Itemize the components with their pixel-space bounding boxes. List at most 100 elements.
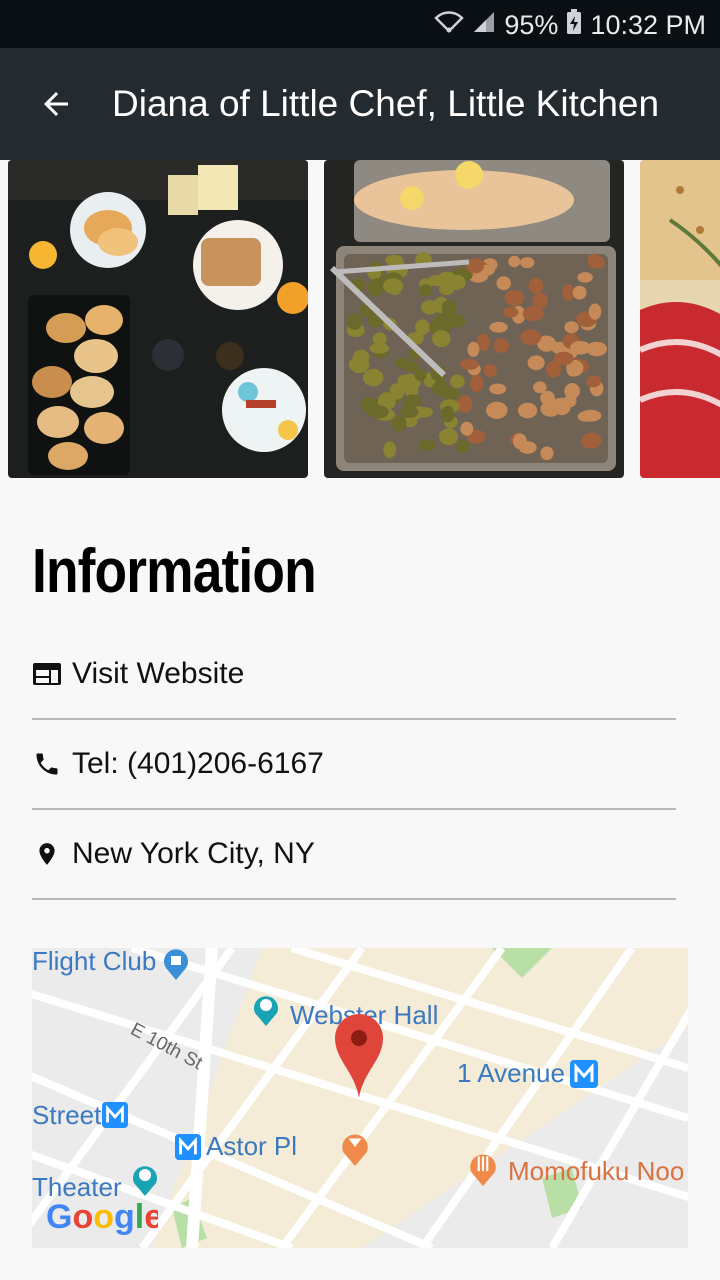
vegetable-piece — [532, 292, 548, 309]
vegetable-piece — [512, 433, 527, 450]
vegetable-piece — [414, 369, 427, 382]
vegetable-piece — [383, 441, 397, 458]
subway-icon — [570, 1060, 598, 1093]
vegetable-piece — [486, 401, 508, 419]
vegetable-piece — [570, 340, 591, 355]
vegetable-piece — [483, 364, 497, 378]
vegetable-piece — [363, 368, 384, 387]
vegetable-piece — [470, 374, 484, 392]
vegetable-piece — [527, 355, 545, 371]
battery-charging-icon — [566, 8, 582, 42]
wifi-icon — [434, 9, 465, 42]
vegetable-piece — [489, 383, 507, 395]
back-button[interactable] — [30, 78, 82, 130]
arrow-back-icon — [44, 92, 68, 116]
vegetable-piece — [352, 349, 370, 365]
subway-icon — [102, 1102, 128, 1133]
map-label-flight-club: Flight Club — [32, 948, 157, 976]
map-label-1-avenue: 1 Avenue — [457, 1058, 565, 1088]
vegetable-piece — [369, 343, 390, 354]
vegetable-piece — [432, 380, 450, 397]
google-logo: Google — [46, 1196, 163, 1244]
phone-icon — [32, 749, 62, 779]
vegetable-piece — [520, 329, 541, 346]
vegetable-piece — [540, 446, 554, 461]
vegetable-piece — [540, 401, 561, 417]
vegetable-piece — [383, 278, 404, 294]
vegetable-piece — [399, 406, 419, 418]
vegetable-piece — [504, 290, 525, 306]
bar-icon — [340, 1130, 370, 1171]
location-text: New York City, NY — [72, 837, 315, 870]
vegetable-piece — [432, 330, 451, 348]
visit-website-link[interactable]: Visit Website — [72, 657, 244, 691]
breakfast-table-photo[interactable] — [8, 160, 308, 478]
photo-gallery[interactable] — [0, 160, 720, 480]
visit-website-row[interactable]: Visit Website — [32, 630, 676, 720]
vegetable-piece — [553, 351, 574, 366]
vegetable-piece — [439, 428, 459, 446]
phone-number[interactable]: Tel: (401)206-6167 — [72, 747, 324, 781]
phone-row[interactable]: Tel: (401)206-6167 — [32, 720, 676, 810]
web-icon — [32, 659, 62, 689]
vegetable-piece — [460, 421, 474, 436]
vegetable-piece — [450, 374, 465, 389]
vegetable-piece — [496, 276, 511, 291]
vegetable-piece — [466, 257, 484, 274]
vegetable-piece — [367, 405, 389, 419]
vegetable-piece — [346, 313, 363, 330]
location-pin-icon — [32, 839, 62, 869]
vegetable-piece — [572, 285, 587, 300]
vegetable-piece — [455, 439, 470, 454]
theater-icon — [252, 992, 280, 1031]
vegetable-piece — [460, 359, 479, 370]
vegetable-piece — [586, 375, 601, 388]
map-pin-icon[interactable] — [333, 1012, 385, 1103]
battery-percent: 95% — [504, 9, 559, 40]
vegetable-piece — [391, 415, 407, 432]
vegetable-piece — [489, 321, 508, 333]
svg-text:Google: Google — [46, 1198, 158, 1236]
vegetable-piece — [418, 284, 433, 297]
vegetable-piece — [562, 284, 575, 301]
vegetable-piece — [418, 439, 437, 451]
vegetable-piece — [397, 374, 411, 388]
location-map[interactable]: Flight Club Webster Hall E 10th St 1 Ave… — [32, 948, 688, 1248]
vegetable-piece — [502, 306, 519, 318]
vegetable-piece — [493, 338, 509, 353]
subway-icon — [175, 1134, 201, 1165]
vegetable-piece — [441, 406, 455, 423]
vegetable-piece — [467, 341, 480, 357]
map-label-street: Street — [32, 1100, 102, 1130]
restaurant-icon — [468, 1150, 498, 1191]
information-heading: Information — [32, 537, 317, 606]
sheet-pan-vegetables-photo[interactable] — [324, 160, 624, 478]
vegetable-piece — [441, 300, 457, 318]
vegetable-piece — [577, 272, 593, 283]
clock: 10:32 PM — [590, 9, 706, 40]
vegetable-piece — [564, 321, 579, 334]
vegetable-piece — [588, 303, 602, 320]
vegetable-piece — [517, 402, 538, 419]
vegetable-piece — [528, 277, 544, 294]
vegetable-piece — [580, 409, 602, 422]
location-row[interactable]: New York City, NY — [32, 810, 676, 900]
vegetable-piece — [522, 306, 544, 322]
vegetable-piece — [403, 394, 422, 408]
vegetable-piece — [508, 255, 521, 268]
vegetable-piece — [385, 254, 404, 266]
vegetable-piece — [415, 319, 430, 336]
vegetable-piece — [580, 432, 602, 449]
vegetable-piece — [421, 300, 439, 315]
app-bar: Diana of Little Chef, Little Kitchen — [0, 48, 720, 160]
vegetable-piece — [395, 357, 411, 368]
page-title: Diana of Little Chef, Little Kitchen — [112, 83, 660, 124]
vegetable-piece — [587, 253, 601, 269]
vegetable-piece — [564, 383, 580, 399]
focaccia-bread-photo[interactable] — [640, 160, 720, 478]
signal-icon — [472, 10, 496, 41]
map-label-momofuku: Momofuku Noo — [508, 1156, 685, 1186]
status-bar: 95% 10:32 PM — [0, 0, 720, 48]
vegetable-piece — [520, 257, 535, 269]
vegetable-piece — [447, 274, 466, 290]
